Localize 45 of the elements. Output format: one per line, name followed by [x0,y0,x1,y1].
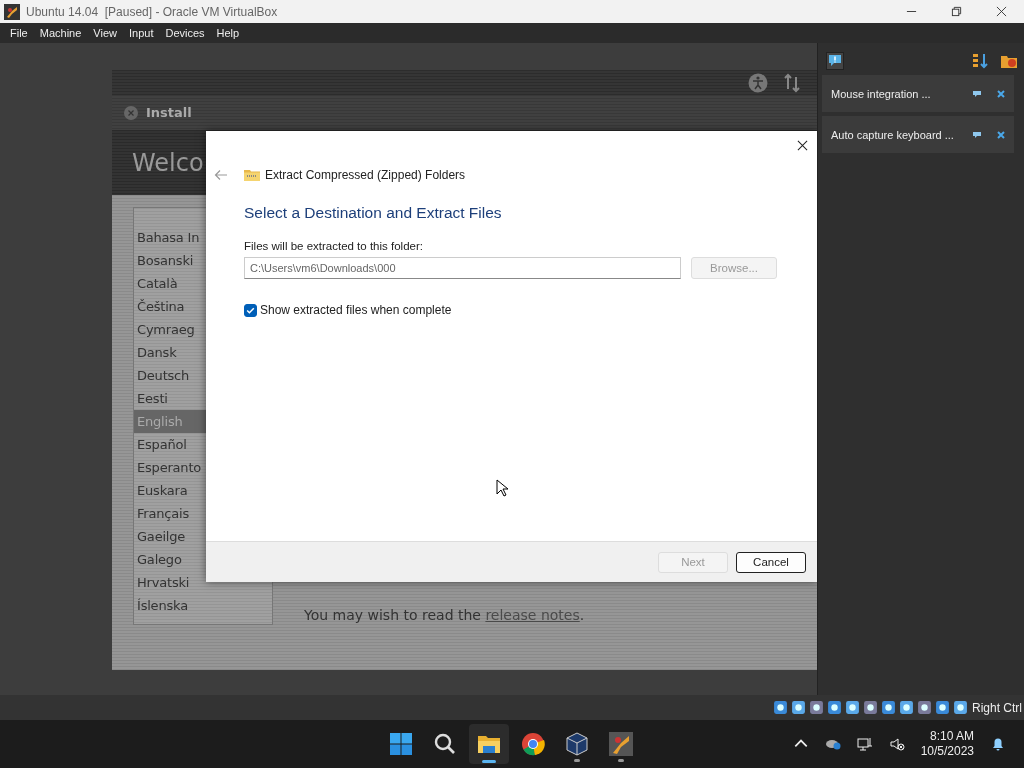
bell-icon[interactable] [990,736,1006,752]
close-icon[interactable] [797,140,808,151]
pin-icon[interactable] [972,88,982,99]
browser-icon [521,732,546,756]
sort-icon[interactable] [971,52,989,70]
speaker-muted-icon[interactable] [888,736,905,752]
menu-item[interactable]: View [87,27,123,39]
dialog-title: Extract Compressed (Zipped) Folders [265,168,466,182]
field-label: Files will be extracted to this folder: [244,240,424,252]
dialog-heading: Select a Destination and Extract Files [244,204,503,222]
zip-folder-icon [244,168,260,182]
notification-text: Auto capture keyboard ... [831,128,955,141]
close-icon [124,105,138,120]
notification-item[interactable]: Mouse integration ... [822,75,1014,112]
pin-icon[interactable] [972,129,982,140]
menu-item[interactable]: Machine [33,27,88,39]
destination-field[interactable]: C:\Users\vm6\Downloads\000 [244,257,681,279]
app-icon [609,732,634,756]
installer-title: Install [146,105,192,120]
menu-item[interactable]: Input [122,27,160,39]
release-notes-link[interactable]: release notes [485,607,580,623]
files-taskbar-button[interactable] [469,724,510,764]
release-note-text: You may wish to read the release notes. [304,607,585,623]
notification-item[interactable]: Auto capture keyboard ... [822,116,1014,153]
restore-icon[interactable] [951,6,962,17]
notification-text: Mouse integration ... [831,87,932,100]
clock[interactable]: 8:10 AM 10/5/2023 [920,729,974,759]
cube-icon [565,732,590,756]
dialog-button[interactable]: Cancel [736,551,806,573]
window-title: Ubuntu 14.04 [Paused] - Oracle VM VirtualBox [26,4,278,19]
close-icon[interactable] [996,6,1007,17]
menu-item[interactable]: Devices [159,27,211,39]
menu-item[interactable]: File [4,27,34,39]
alert-icon[interactable] [826,52,844,70]
accessibility-icon [748,73,768,93]
app-icon [4,3,20,20]
menu-item[interactable]: Help [210,27,246,39]
cursor-icon [496,479,508,497]
checkbox-label: Show extracted files when complete [260,303,452,317]
language-item[interactable]: Íslenska [134,594,272,617]
welcome-heading: Welco [132,148,204,177]
checkbox[interactable] [244,303,257,317]
host-key-label: Right Ctrl [972,700,1022,715]
windows-icon [389,732,414,756]
arrows-icon [782,73,802,93]
